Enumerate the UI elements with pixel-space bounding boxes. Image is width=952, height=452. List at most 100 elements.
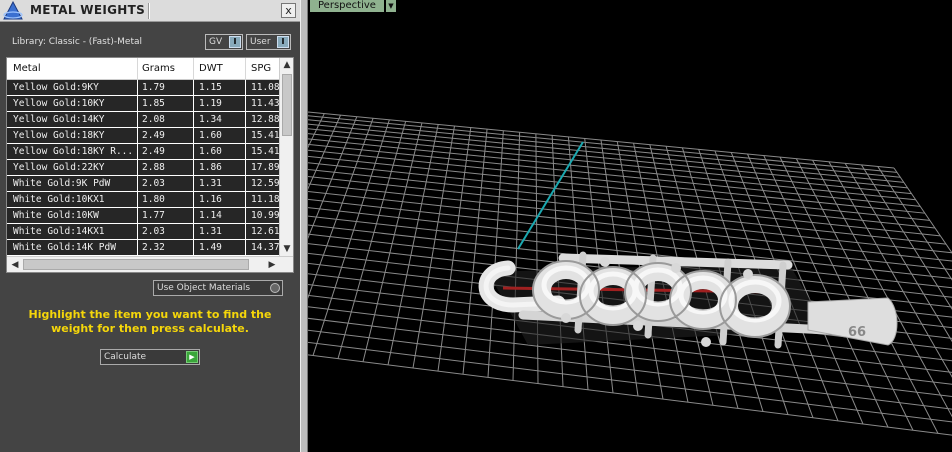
- table-cell-dwt: 1.14: [199, 210, 222, 221]
- table-cell-metal: White Gold:9K PdW: [13, 178, 111, 189]
- close-button[interactable]: x: [281, 3, 296, 18]
- grid-line: [308, 114, 342, 190]
- vertical-scroll-thumb[interactable]: [282, 74, 292, 136]
- table-row[interactable]: White Gold:14K PdW 2.32 1.49 14.37: [7, 240, 279, 256]
- app-logo-icon: [3, 1, 23, 20]
- scroll-right-icon[interactable]: ▶: [265, 258, 279, 272]
- titlebar-grip: [148, 3, 150, 19]
- table-cell-metal: Yellow Gold:14KY: [13, 114, 105, 125]
- grid-line: [308, 155, 930, 221]
- gv-dropdown-label: GV: [209, 37, 223, 47]
- grid-line: [308, 183, 952, 254]
- table-cell-dwt: 1.86: [199, 162, 222, 173]
- table-row[interactable]: Yellow Gold:22KY 2.88 1.86 17.89: [7, 160, 279, 176]
- table-cell-spg: 11.08: [251, 82, 279, 93]
- column-divider: [245, 192, 246, 208]
- table-cell-metal: White Gold:14K PdW: [13, 242, 116, 253]
- table-row[interactable]: White Gold:10KW 1.77 1.14 10.99: [7, 208, 279, 224]
- column-divider: [193, 176, 194, 192]
- table-cell-spg: 12.61: [251, 226, 279, 237]
- gv-dropdown[interactable]: GV I: [205, 34, 243, 50]
- table-cell-spg: 12.88: [251, 114, 279, 125]
- column-divider: [193, 128, 194, 144]
- library-label: Library: Classic - (Fast)-Metal: [12, 37, 143, 47]
- column-divider: [137, 240, 138, 256]
- column-divider: [193, 208, 194, 224]
- column-divider: [137, 80, 138, 96]
- table-cell-grams: 2.03: [142, 226, 165, 237]
- vertical-scrollbar[interactable]: ▲ ▼: [279, 58, 293, 256]
- grid-line: [308, 115, 898, 173]
- table-row[interactable]: Yellow Gold:10KY 1.85 1.19 11.43: [7, 96, 279, 112]
- view-name-label[interactable]: Perspective: [310, 0, 384, 12]
- table-row[interactable]: White Gold:14KX1 2.03 1.31 12.61: [7, 224, 279, 240]
- column-header-dwt[interactable]: DWT: [199, 63, 223, 74]
- column-header-spg[interactable]: SPG: [251, 63, 271, 74]
- metal-weights-panel: METAL WEIGHTS x Library: Classic - (Fast…: [0, 0, 300, 452]
- column-divider: [245, 240, 246, 256]
- column-divider: [137, 224, 138, 240]
- column-divider[interactable]: [193, 58, 194, 80]
- table-cell-dwt: 1.49: [199, 242, 222, 253]
- user-dropdown[interactable]: User I: [246, 34, 291, 50]
- table-row[interactable]: Yellow Gold:18KY 2.49 1.60 15.41: [7, 128, 279, 144]
- table-cell-dwt: 1.34: [199, 114, 222, 125]
- calculate-button[interactable]: Calculate ▶: [100, 349, 200, 365]
- table-cell-dwt: 1.16: [199, 194, 222, 205]
- table-cell-metal: White Gold:10KX1: [13, 194, 105, 205]
- grid-line: [308, 176, 947, 245]
- table-cell-metal: Yellow Gold:22KY: [13, 162, 105, 173]
- column-divider: [245, 144, 246, 160]
- column-divider: [137, 176, 138, 192]
- perspective-viewport[interactable]: 66 Perspective ▼: [308, 0, 952, 452]
- column-divider: [137, 144, 138, 160]
- table-row[interactable]: Yellow Gold:14KY 2.08 1.34 12.88: [7, 112, 279, 128]
- table-header: Metal Grams DWT SPG: [7, 58, 279, 80]
- table-cell-spg: 14.37: [251, 242, 279, 253]
- use-object-materials-toggle[interactable]: Use Object Materials: [153, 280, 283, 296]
- column-divider: [137, 96, 138, 112]
- table-cell-dwt: 1.15: [199, 82, 222, 93]
- scene-canvas[interactable]: 66: [308, 0, 952, 452]
- panel-splitter[interactable]: [300, 0, 308, 452]
- table-cell-dwt: 1.60: [199, 146, 222, 157]
- table-cell-spg: 11.18: [251, 194, 279, 205]
- play-icon: ▶: [186, 351, 198, 363]
- horizontal-scroll-thumb[interactable]: [23, 259, 249, 270]
- column-divider: [245, 224, 246, 240]
- horizontal-scrollbar[interactable]: ◀ ▶: [7, 256, 293, 272]
- column-divider: [245, 112, 246, 128]
- table-cell-dwt: 1.31: [199, 226, 222, 237]
- table-row[interactable]: White Gold:9K PdW 2.03 1.31 12.59: [7, 176, 279, 192]
- column-divider: [137, 160, 138, 176]
- scroll-down-icon[interactable]: ▼: [280, 242, 293, 256]
- table-row[interactable]: Yellow Gold:9KY 1.79 1.15 11.08: [7, 80, 279, 96]
- scroll-left-icon[interactable]: ◀: [8, 258, 22, 272]
- column-divider[interactable]: [245, 58, 246, 80]
- view-menu-arrow-icon[interactable]: ▼: [386, 0, 396, 12]
- toggle-knob-icon: [270, 283, 280, 293]
- column-divider: [245, 176, 246, 192]
- table-cell-grams: 1.79: [142, 82, 165, 93]
- table-cell-spg: 15.41: [251, 146, 279, 157]
- column-divider: [193, 192, 194, 208]
- chain-pendant-model[interactable]: 66: [478, 251, 898, 349]
- panel-titlebar[interactable]: METAL WEIGHTS x: [0, 0, 300, 22]
- column-divider: [137, 128, 138, 144]
- table-cell-spg: 11.43: [251, 98, 279, 109]
- table-cell-grams: 2.32: [142, 242, 165, 253]
- scroll-up-icon[interactable]: ▲: [280, 58, 293, 72]
- column-divider: [245, 80, 246, 96]
- table-cell-metal: Yellow Gold:10KY: [13, 98, 105, 109]
- column-divider[interactable]: [137, 58, 138, 80]
- column-header-grams[interactable]: Grams: [142, 63, 175, 74]
- table-cell-metal: White Gold:10KW: [13, 210, 99, 221]
- column-divider: [137, 192, 138, 208]
- column-divider: [245, 160, 246, 176]
- table-row[interactable]: White Gold:10KX1 1.80 1.16 11.18: [7, 192, 279, 208]
- table-cell-grams: 2.08: [142, 114, 165, 125]
- table-cell-grams: 1.85: [142, 98, 165, 109]
- table-row[interactable]: Yellow Gold:18KY R... 2.49 1.60 15.41: [7, 144, 279, 160]
- column-header-metal[interactable]: Metal: [13, 63, 41, 74]
- pendant-engraving: 66: [848, 325, 866, 340]
